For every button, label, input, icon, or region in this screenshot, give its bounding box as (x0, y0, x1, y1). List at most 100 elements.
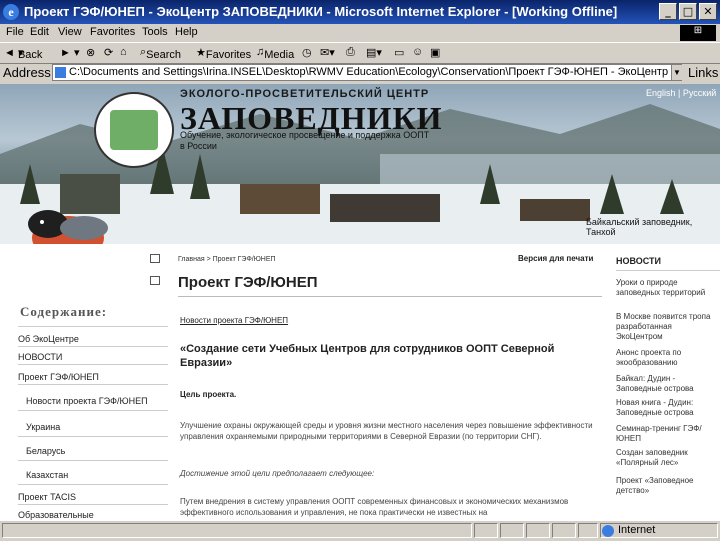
menu-edit[interactable]: Edit (30, 26, 49, 38)
maximize-icon[interactable]: □ (679, 3, 697, 20)
address-dropdown-icon[interactable]: ▼ (671, 65, 682, 80)
page-icon (55, 67, 66, 78)
title-bar: e Проект ГЭФ/ЮНЕП - ЭкоЦентр ЗАПОВЕДНИКИ… (0, 0, 720, 24)
goal-heading: Цель проекта. (180, 390, 237, 399)
main-article: Главная > Проект ГЭФ/ЮНЕП Версия для печ… (172, 244, 608, 520)
news-column: НОВОСТИ Уроки о природе заповедных терри… (610, 244, 720, 520)
divider (18, 484, 168, 485)
photo-caption: Байкальский заповедник, Танхой (586, 217, 693, 237)
news-item[interactable]: Новая книга - Дудин: Заповедные острова (616, 398, 720, 418)
divider (18, 460, 168, 461)
goal-intro: Достижение этой цели предполагает следую… (180, 469, 375, 478)
history-icon[interactable]: ◷ (302, 46, 312, 59)
back-button[interactable]: ◄ Back ▾ (4, 46, 42, 61)
sidebar-item-belarus[interactable]: Беларусь (26, 446, 65, 456)
messenger-icon[interactable]: ☺ (412, 46, 423, 58)
sidebar-item-gef-project[interactable]: Проект ГЭФ/ЮНЕП (18, 372, 99, 382)
bullfinch-image (28, 210, 108, 244)
language-switch[interactable]: English | Русский (646, 88, 716, 98)
divider (18, 346, 168, 347)
favorites-label: Favorites (205, 49, 252, 61)
links-button[interactable]: Links (688, 65, 718, 80)
menu-tools[interactable]: Tools (142, 26, 168, 38)
status-segment (552, 523, 576, 538)
address-label: Address (3, 65, 51, 80)
news-item[interactable]: Анонс проекта по экообразованию (616, 348, 720, 368)
favorites-button[interactable]: ★ Favorites (196, 46, 251, 61)
page-content: ЭКОЛОГО-ПРОСВЕТИТЕЛЬСКИЙ ЦЕНТР ЗАПОВЕДНИ… (0, 84, 720, 520)
menu-file[interactable]: File (6, 26, 24, 38)
search-button[interactable]: ⌕ Search (140, 46, 181, 61)
news-item[interactable]: В Москве появится тропа разработанная Эк… (616, 312, 720, 342)
sidebar-item-education[interactable]: Образовательные (18, 510, 94, 520)
status-text-area (2, 523, 472, 538)
sidebar: Содержание: Об ЭкоЦентре НОВОСТИ Проект … (0, 244, 170, 520)
page-title: Проект ГЭФ/ЮНЕП (178, 274, 318, 291)
print-version-link[interactable]: Версия для печати (518, 254, 593, 263)
address-bar: Address C:\Documents and Settings\Irina.… (0, 62, 720, 84)
divider (616, 270, 720, 271)
site-banner: ЭКОЛОГО-ПРОСВЕТИТЕЛЬСКИЙ ЦЕНТР ЗАПОВЕДНИ… (0, 84, 720, 244)
mail-small-icon[interactable] (150, 276, 160, 285)
news-item[interactable]: Уроки о природе заповедных территорий (616, 278, 720, 298)
mail-icon[interactable]: ✉▾ (320, 46, 335, 59)
divider (18, 326, 168, 327)
address-value: C:\Documents and Settings\Irina.INSEL\De… (69, 66, 681, 78)
banner-subtitle: ЭКОЛОГО-ПРОСВЕТИТЕЛЬСКИЙ ЦЕНТР (180, 88, 430, 100)
goal-paragraph: Улучшение охраны окружающей среды и уров… (180, 421, 593, 441)
news-item[interactable]: Семинар-тренинг ГЭФ/ЮНЕП (616, 424, 720, 444)
banner-tagline: Обучение, экологическое просвещение и по… (180, 130, 430, 151)
project-news-link[interactable]: Новости проекта ГЭФ/ЮНЕП (180, 316, 288, 325)
sidebar-item-project-news[interactable]: Новости проекта ГЭФ/ЮНЕП (26, 396, 148, 406)
media-label: Media (264, 49, 295, 61)
news-item[interactable]: Создан заповедник «Полярный лес» (616, 448, 720, 468)
media-button[interactable]: ♫ Media (256, 46, 294, 61)
menu-view[interactable]: View (58, 26, 82, 38)
window-controls: _ □ ✕ (659, 3, 717, 20)
news-heading: НОВОСТИ (616, 256, 662, 266)
news-item[interactable]: Байкал: Дудин - Заповедные острова (616, 374, 720, 394)
menu-favorites[interactable]: Favorites (90, 26, 135, 38)
project-headline: «Создание сети Учебных Центров для сотру… (180, 343, 555, 369)
windows-flag-icon: ⊞ (680, 25, 716, 41)
sidebar-item-about[interactable]: Об ЭкоЦентре (18, 334, 79, 344)
minimize-icon[interactable]: _ (659, 3, 677, 20)
sidebar-item-tacis[interactable]: Проект TACIS (18, 492, 76, 502)
back-label: Back (17, 49, 43, 61)
status-segment (578, 523, 598, 538)
close-icon[interactable]: ✕ (699, 3, 717, 20)
home-small-icon[interactable] (150, 254, 160, 263)
divider (18, 436, 168, 437)
breadcrumb[interactable]: Главная > Проект ГЭФ/ЮНЕП (178, 256, 276, 263)
goal-paragraph-2: Путем внедрения в систему управления ООП… (180, 497, 569, 517)
standard-toolbar: ◄ Back ▾ ► ▾ ⊗ ⟳ ⌂ ⌕ Search ★ Favorites … (0, 42, 720, 64)
address-input[interactable]: C:\Documents and Settings\Irina.INSEL\De… (52, 64, 682, 81)
research-icon[interactable]: ▣ (430, 46, 440, 59)
internet-zone-icon (602, 525, 614, 537)
window-title: Проект ГЭФ/ЮНЕП - ЭкоЦентр ЗАПОВЕДНИКИ -… (24, 4, 618, 19)
menu-help[interactable]: Help (175, 26, 198, 38)
menu-bar: File Edit View Favorites Tools Help ⊞ (0, 24, 720, 42)
search-label: Search (146, 49, 182, 61)
stop-icon[interactable]: ⊗ (86, 46, 95, 59)
refresh-icon[interactable]: ⟳ (104, 46, 113, 59)
discuss-icon[interactable]: ▭ (394, 46, 404, 59)
divider (18, 410, 168, 411)
forward-icon[interactable]: ► ▾ (60, 46, 79, 59)
title-divider (178, 296, 602, 297)
zone-label: Internet (618, 524, 656, 536)
contents-heading: Содержание: (20, 304, 108, 319)
sidebar-item-news[interactable]: НОВОСТИ (18, 352, 62, 362)
divider (18, 384, 168, 385)
status-bar: Internet (0, 520, 720, 541)
home-icon[interactable]: ⌂ (120, 46, 127, 58)
news-item[interactable]: Проект «Заповедное детство» (616, 476, 720, 496)
status-segment (474, 523, 498, 538)
print-icon[interactable]: ⎙ (346, 46, 355, 59)
divider (18, 504, 168, 505)
ecocenter-logo[interactable] (94, 92, 174, 168)
sidebar-item-kazakhstan[interactable]: Казахстан (26, 470, 68, 480)
sidebar-item-ukraine[interactable]: Украина (26, 422, 60, 432)
status-segment (526, 523, 550, 538)
edit-icon[interactable]: ▤▾ (366, 46, 382, 59)
